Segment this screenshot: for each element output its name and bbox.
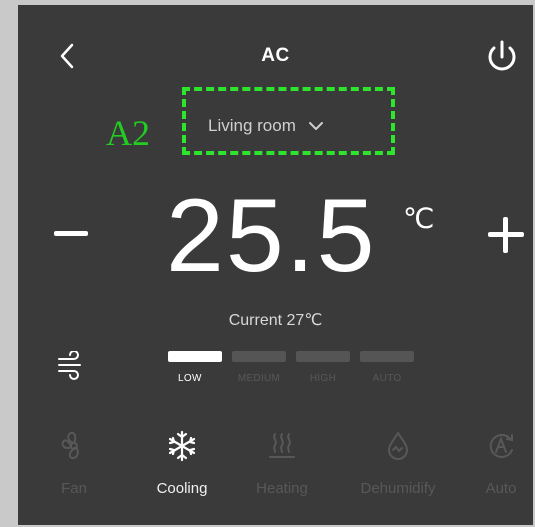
mode-dehumidify[interactable]: Dehumidify <box>348 430 448 497</box>
mode-cooling[interactable]: Cooling <box>132 430 232 497</box>
fan-speed-label: MEDIUM <box>237 373 281 384</box>
mode-heating[interactable]: Heating <box>232 430 332 497</box>
mode-auto[interactable]: Auto <box>451 430 535 497</box>
chevron-down-icon <box>308 122 323 130</box>
plus-icon[interactable] <box>488 217 524 253</box>
snowflake-icon <box>168 430 196 462</box>
temperature-setpoint: 25.5 <box>166 178 377 294</box>
mode-label: Cooling <box>156 480 208 497</box>
mode-label: Fan <box>61 480 87 497</box>
mode-fan[interactable]: Fan <box>24 430 124 497</box>
ac-control-panel: AC A2 Living room 25.5 ℃ Current 27℃ LOW… <box>18 5 533 525</box>
fan-speed-label: LOW <box>178 373 202 384</box>
wind-icon <box>58 351 81 380</box>
room-selector-value: Living room <box>208 116 296 135</box>
fan-speed-segment-medium[interactable] <box>232 351 286 362</box>
fan-speed-segment-auto[interactable] <box>360 351 414 362</box>
minus-icon[interactable] <box>54 231 88 236</box>
mode-label: Dehumidify <box>360 480 436 497</box>
page-title: AC <box>261 45 290 66</box>
fan-speed-segment-low[interactable] <box>168 351 222 362</box>
auto-icon <box>489 433 513 458</box>
temperature-unit: ℃ <box>403 203 435 234</box>
fan-speed-label: HIGH <box>309 373 337 384</box>
fan-speed-slider[interactable] <box>168 351 414 362</box>
current-temperature: Current 27℃ <box>228 312 323 329</box>
droplet-icon <box>387 431 409 460</box>
fan-speed-label: AUTO <box>372 373 402 384</box>
power-icon[interactable] <box>482 37 522 77</box>
fan-speed-labels: LOW MEDIUM HIGH AUTO <box>168 373 414 384</box>
fan-icon <box>61 431 79 460</box>
annotation-label: A2 <box>106 113 150 153</box>
heat-icon <box>269 433 295 458</box>
mode-selector: Fan Cooling Heating Dehumidify Auto <box>18 430 533 520</box>
fan-speed-segment-high[interactable] <box>296 351 350 362</box>
room-selector[interactable]: Living room <box>208 116 324 136</box>
mode-label: Heating <box>256 480 308 497</box>
mode-label: Auto <box>485 480 517 497</box>
